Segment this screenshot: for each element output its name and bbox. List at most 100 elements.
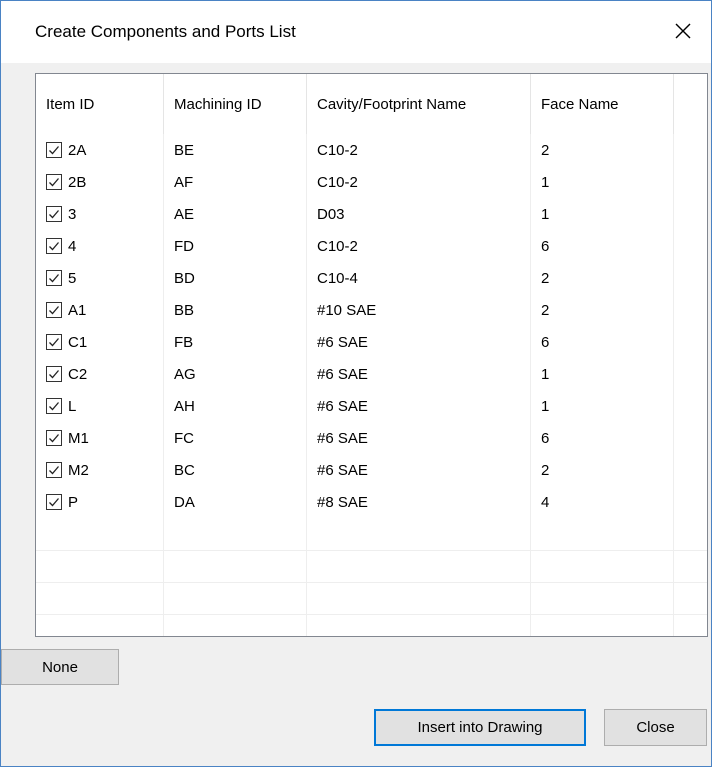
checkbox-checked-icon[interactable] [46,206,62,222]
row-divider [36,614,707,615]
table-row[interactable]: M2 BC #6 SAE 2 [36,454,707,486]
cell-cavity-footprint-name-text: #6 SAE [317,365,368,383]
cell-face-name-text: 1 [541,397,550,415]
cell-machining-id-text: FC [174,429,194,447]
cell-cavity-footprint-name-text: #6 SAE [317,461,368,479]
cell-machining-id: AE [164,198,307,230]
checkbox-checked-icon[interactable] [46,238,62,254]
cell-machining-id: DA [164,486,307,518]
cell-item-id: 5 [36,262,164,294]
cell-cavity-footprint-name-text: #8 SAE [317,493,368,511]
cell-item-id: 2B [36,166,164,198]
cell-machining-id-text: AH [174,397,195,415]
insert-into-drawing-button[interactable]: Insert into Drawing [374,709,586,746]
cell-cavity-footprint-name-text: C10-2 [317,173,358,191]
cell-machining-id-text: AE [174,205,195,223]
cell-face-name: 4 [531,486,674,518]
cell-face-name-text: 2 [541,461,550,479]
cell-face-name: 2 [531,134,674,166]
checkbox-checked-icon[interactable] [46,398,62,414]
column-header-cavity-footprint-name[interactable]: Cavity/Footprint Name [307,74,531,134]
cell-face-name-text: 2 [541,141,550,159]
cell-machining-id: FC [164,422,307,454]
cell-machining-id-text: BB [174,301,195,319]
cell-cavity-footprint-name: C10-2 [307,166,531,198]
close-button-label: Close [636,719,675,736]
table-row[interactable]: A1 BB #10 SAE 2 [36,294,707,326]
cell-item-id-text: L [68,397,77,415]
column-header-label: Machining ID [174,95,262,113]
close-icon[interactable] [663,11,703,51]
cell-face-name-text: 4 [541,493,550,511]
cell-face-name-text: 6 [541,333,550,351]
none-button[interactable]: None [1,649,119,685]
table-row[interactable]: C2 AG #6 SAE 1 [36,358,707,390]
table-row[interactable]: P DA #8 SAE 4 [36,486,707,518]
cell-face-name: 2 [531,454,674,486]
checkbox-checked-icon[interactable] [46,366,62,382]
table-row[interactable]: 4 FD C10-2 6 [36,230,707,262]
cell-cavity-footprint-name: #6 SAE [307,326,531,358]
checkbox-checked-icon[interactable] [46,174,62,190]
table-row[interactable]: C1 FB #6 SAE 6 [36,326,707,358]
checkbox-checked-icon[interactable] [46,302,62,318]
cell-cavity-footprint-name: C10-2 [307,134,531,166]
column-header-item-id[interactable]: Item ID [36,74,164,134]
cell-face-name: 1 [531,358,674,390]
cell-machining-id: BC [164,454,307,486]
cell-item-id: 2A [36,134,164,166]
cell-face-name-text: 1 [541,173,550,191]
cell-cavity-footprint-name: C10-4 [307,262,531,294]
dialog-title: Create Components and Ports List [35,22,296,41]
checkbox-checked-icon[interactable] [46,142,62,158]
cell-item-id-text: M2 [68,461,89,479]
table-row[interactable]: M1 FC #6 SAE 6 [36,422,707,454]
checkbox-checked-icon[interactable] [46,494,62,510]
cell-item-id: 3 [36,198,164,230]
cell-item-id: C1 [36,326,164,358]
table-row[interactable]: 5 BD C10-4 2 [36,262,707,294]
column-header-machining-id[interactable]: Machining ID [164,74,307,134]
components-list[interactable]: Item ID Machining ID Cavity/Footprint Na… [35,73,708,637]
checkbox-checked-icon[interactable] [46,462,62,478]
cell-face-name: 6 [531,230,674,262]
cell-item-id-text: C1 [68,333,88,351]
cell-face-name-text: 1 [541,205,550,223]
cell-machining-id-text: FB [174,333,194,351]
cell-item-id-text: 5 [68,269,77,287]
cell-cavity-footprint-name-text: #6 SAE [317,333,368,351]
cell-face-name: 1 [531,166,674,198]
checkbox-checked-icon[interactable] [46,334,62,350]
cell-face-name: 6 [531,326,674,358]
checkbox-checked-icon[interactable] [46,270,62,286]
none-button-label: None [42,658,78,676]
cell-cavity-footprint-name-text: C10-2 [317,141,358,159]
cell-face-name: 6 [531,422,674,454]
cell-cavity-footprint-name: C10-2 [307,230,531,262]
cell-machining-id: FB [164,326,307,358]
table-row[interactable]: 3 AE D03 1 [36,198,707,230]
cell-machining-id: AH [164,390,307,422]
cell-machining-id-text: AF [174,173,194,191]
cell-machining-id: FD [164,230,307,262]
table-row[interactable]: L AH #6 SAE 1 [36,390,707,422]
insert-button-label: Insert into Drawing [417,719,543,736]
cell-cavity-footprint-name-text: #6 SAE [317,397,368,415]
cell-cavity-footprint-name: #6 SAE [307,390,531,422]
list-header: Item ID Machining ID Cavity/Footprint Na… [36,74,707,134]
cell-item-id: P [36,486,164,518]
cell-face-name-text: 2 [541,301,550,319]
column-header-label: Cavity/Footprint Name [317,95,467,113]
close-button[interactable]: Close [604,709,707,746]
cell-face-name-text: 6 [541,237,550,255]
cell-machining-id: BD [164,262,307,294]
cell-item-id: A1 [36,294,164,326]
table-row[interactable]: 2B AF C10-2 1 [36,166,707,198]
cell-item-id: L [36,390,164,422]
cell-face-name-text: 2 [541,269,550,287]
cell-cavity-footprint-name-text: #10 SAE [317,301,377,319]
table-row[interactable]: 2A BE C10-2 2 [36,134,707,166]
cell-item-id: M1 [36,422,164,454]
column-header-face-name[interactable]: Face Name [531,74,674,134]
checkbox-checked-icon[interactable] [46,430,62,446]
